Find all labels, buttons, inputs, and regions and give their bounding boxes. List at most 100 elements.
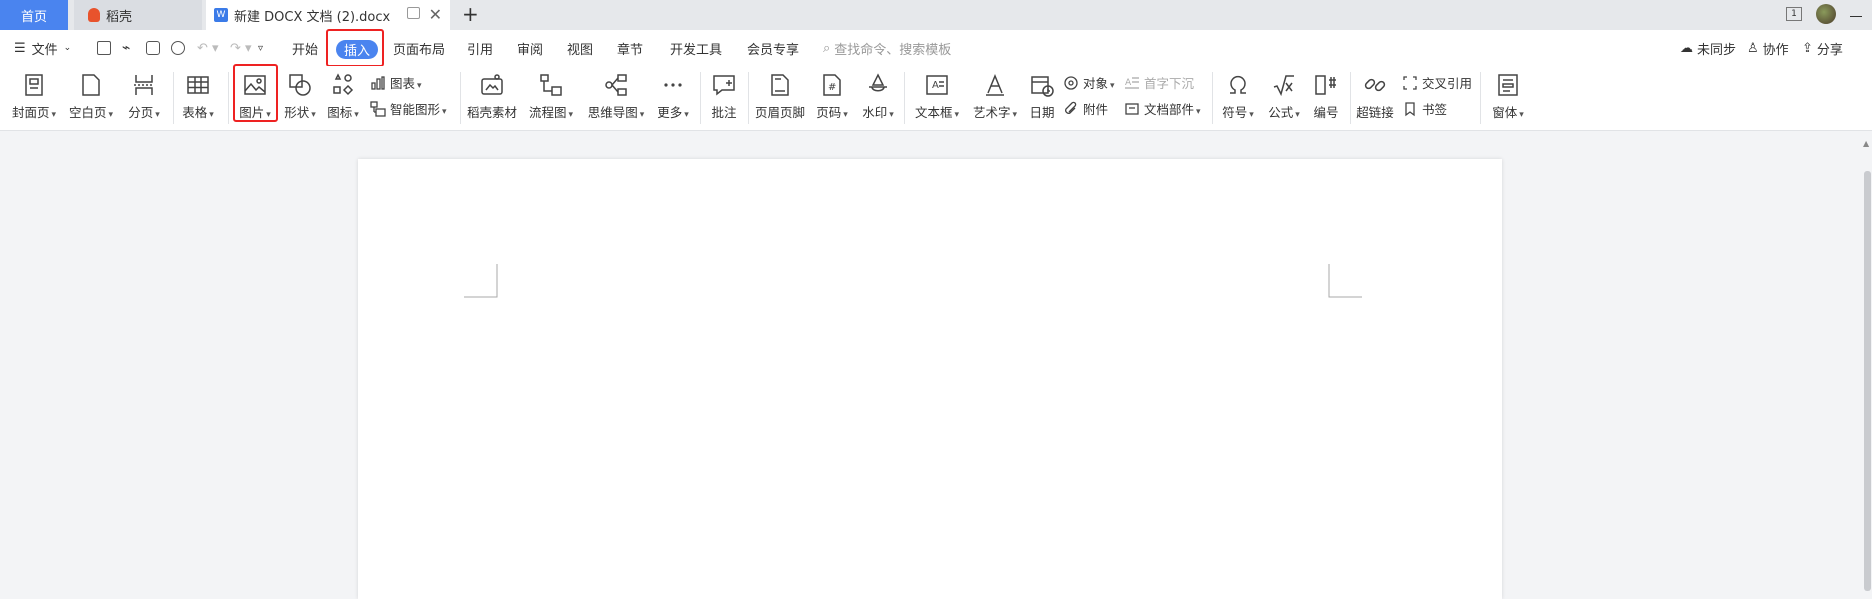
- paperclip-icon: [1063, 101, 1079, 117]
- undo-icon[interactable]: ↶ ▾: [197, 30, 219, 66]
- docparts-label: 文档部件: [1144, 99, 1201, 118]
- scroll-up-icon[interactable]: ▲: [1863, 139, 1869, 148]
- shape-button[interactable]: 形状: [280, 66, 320, 121]
- document-page[interactable]: [358, 159, 1502, 599]
- smartart-button[interactable]: 智能图形: [370, 99, 447, 118]
- numbering-label: 编号: [1313, 105, 1339, 120]
- share-button[interactable]: ⇪ 分享: [1802, 30, 1843, 66]
- blank-page-button[interactable]: 空白页: [66, 66, 116, 121]
- scrollbar-thumb[interactable]: [1864, 171, 1871, 591]
- numbering-button[interactable]: 编号: [1310, 66, 1342, 121]
- bookmark-button[interactable]: 书签: [1402, 99, 1447, 118]
- new-tab-button[interactable]: +: [462, 2, 479, 26]
- pin-icon[interactable]: [407, 7, 420, 19]
- comment-icon: [712, 73, 736, 97]
- crossref-icon: [1402, 75, 1418, 91]
- watermark-button[interactable]: 水印: [858, 66, 898, 121]
- icon-button[interactable]: 图标: [324, 66, 362, 121]
- cloud-icon: ☁: [1680, 40, 1693, 56]
- menu-item-chapter[interactable]: 章节: [617, 30, 643, 66]
- table-button[interactable]: 表格: [178, 66, 218, 121]
- comment-button[interactable]: 批注: [706, 66, 742, 121]
- file-menu-label: 文件: [31, 42, 58, 58]
- print-icon[interactable]: [146, 41, 160, 55]
- save-icon[interactable]: [97, 41, 111, 55]
- textbox-icon: A: [925, 73, 949, 97]
- flowchart-icon: [539, 73, 563, 97]
- watermark-label: 水印: [862, 102, 894, 121]
- menu-item-view[interactable]: 视图: [567, 30, 593, 66]
- formula-label: 公式: [1268, 102, 1300, 121]
- ribbon-divider: [1212, 72, 1213, 124]
- tab-daoke[interactable]: 稻壳: [74, 0, 202, 30]
- ribbon-divider: [228, 72, 229, 124]
- more-label: 更多: [657, 102, 689, 121]
- object-button[interactable]: 对象: [1063, 73, 1115, 92]
- page-number-label: 页码: [816, 102, 848, 121]
- close-tab-icon[interactable]: ✕: [429, 5, 442, 24]
- attachment-button[interactable]: 附件: [1063, 99, 1108, 118]
- window-count-badge[interactable]: 1: [1786, 7, 1802, 21]
- sync-status[interactable]: ☁ 未同步: [1680, 30, 1736, 66]
- cover-page-button[interactable]: 封面页: [10, 66, 58, 121]
- avatar[interactable]: [1816, 4, 1836, 24]
- format-painter-icon[interactable]: ⌁: [122, 30, 130, 66]
- file-menu[interactable]: ☰ 文件 ⌄: [14, 30, 71, 66]
- mindmap-icon: [604, 73, 628, 97]
- textbox-button[interactable]: A 文本框: [912, 66, 962, 121]
- chart-button[interactable]: 图表: [370, 73, 422, 92]
- page-number-button[interactable]: # 页码: [812, 66, 852, 121]
- share-icon: ⇪: [1802, 40, 1813, 56]
- blank-page-icon: [79, 73, 103, 97]
- daoke-logo-icon: [88, 8, 100, 22]
- bookmark-label: 书签: [1422, 102, 1448, 117]
- ribbon-divider: [904, 72, 905, 124]
- daoke-material-button[interactable]: 稻壳素材: [465, 66, 519, 121]
- symbol-button[interactable]: 符号: [1218, 66, 1258, 121]
- form-button[interactable]: 窗体: [1488, 66, 1528, 121]
- menu-item-layout[interactable]: 页面布局: [393, 30, 445, 66]
- tab-home[interactable]: 首页: [0, 0, 68, 30]
- command-search[interactable]: ⌕ 查找命令、搜索模板: [823, 30, 951, 66]
- menu-item-review[interactable]: 审阅: [517, 30, 543, 66]
- menu-item-start[interactable]: 开始: [292, 30, 318, 66]
- customize-quick-access-icon[interactable]: ▿: [258, 30, 263, 66]
- hyperlink-button[interactable]: 超链接: [1354, 66, 1396, 121]
- numbering-icon: [1314, 73, 1338, 97]
- menu-item-developer[interactable]: 开发工具: [670, 30, 722, 66]
- menu-item-references[interactable]: 引用: [467, 30, 493, 66]
- page-break-button[interactable]: 分页: [124, 66, 164, 121]
- flowchart-label: 流程图: [529, 102, 573, 121]
- icon-label: 图标: [327, 102, 359, 121]
- date-button[interactable]: 日期: [1025, 66, 1059, 121]
- header-footer-icon: [768, 73, 792, 97]
- chart-icon: [370, 75, 386, 91]
- minimize-icon[interactable]: [1850, 15, 1862, 17]
- crossref-button[interactable]: 交叉引用: [1402, 73, 1472, 92]
- wordart-button[interactable]: 艺术字: [970, 66, 1020, 121]
- comment-label: 批注: [711, 105, 737, 120]
- redo-icon[interactable]: ↷ ▾: [230, 30, 252, 66]
- object-label: 对象: [1083, 73, 1115, 92]
- blank-page-label: 空白页: [69, 102, 113, 121]
- chart-label: 图表: [390, 73, 422, 92]
- more-button[interactable]: 更多: [654, 66, 692, 121]
- svg-text:A: A: [1125, 78, 1132, 88]
- formula-button[interactable]: 公式: [1264, 66, 1304, 121]
- watermark-icon: [866, 73, 890, 97]
- svg-text:A: A: [932, 80, 939, 91]
- table-icon: [186, 73, 210, 97]
- formula-icon: [1272, 73, 1296, 97]
- mindmap-button[interactable]: 思维导图: [587, 66, 645, 121]
- flowchart-button[interactable]: 流程图: [528, 66, 574, 121]
- docparts-button[interactable]: 文档部件: [1124, 99, 1201, 118]
- tab-document[interactable]: W 新建 DOCX 文档 (2).docx ✕: [206, 0, 450, 30]
- dropcap-button: A 首字下沉: [1124, 73, 1194, 92]
- sync-label: 未同步: [1697, 42, 1737, 58]
- menu-item-member[interactable]: 会员专享: [747, 30, 799, 66]
- wordart-label: 艺术字: [973, 102, 1017, 121]
- collaborate-button[interactable]: ♙ 协作: [1747, 30, 1789, 66]
- header-footer-button[interactable]: 页眉页脚: [752, 66, 808, 121]
- search-icon: ⌕: [823, 40, 831, 56]
- print-preview-icon[interactable]: [171, 41, 185, 55]
